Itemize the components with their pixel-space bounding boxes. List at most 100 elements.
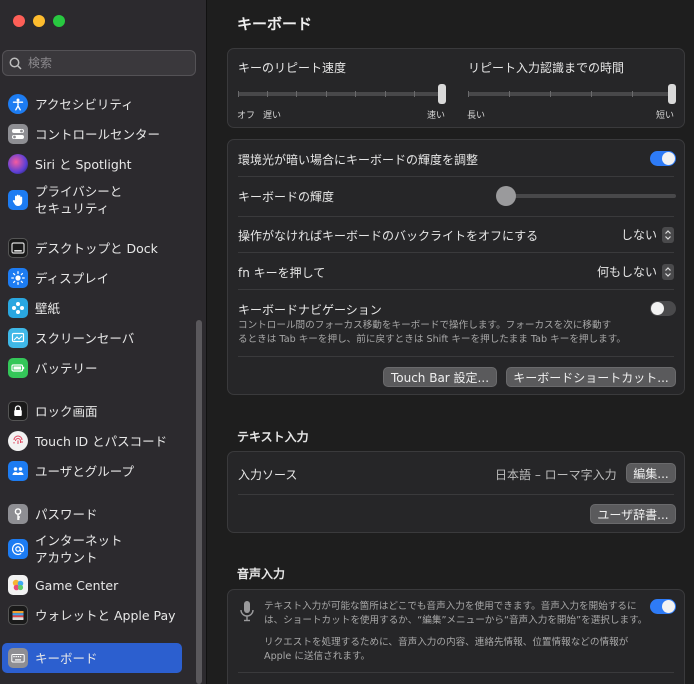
page-title: キーボード — [237, 15, 313, 33]
dictation-desc-2: は、ショートカットを使用するか、“編集”メニューから“音声入力を開始”を選択しま… — [264, 615, 648, 626]
chevron-updown-icon — [662, 263, 674, 280]
backlight-off-popup[interactable]: しない — [621, 226, 674, 243]
sidebar-item-privacy-security[interactable]: プライバシーと セキュリティ — [2, 183, 182, 217]
sidebar-item-display[interactable]: ディスプレイ — [2, 268, 182, 288]
sidebar-item-label: Touch ID とパスコード — [35, 433, 168, 449]
text-input-section-title: テキスト入力 — [237, 430, 309, 444]
edit-input-sources-button[interactable]: 編集... — [626, 463, 676, 483]
display-sun-icon — [8, 268, 28, 288]
battery-icon — [8, 358, 28, 378]
game-center-icon — [8, 575, 28, 595]
wallet-icon — [8, 605, 28, 625]
repeat-fast-label: 速い — [427, 111, 446, 121]
key-repeat-label: キーのリピート速度 — [238, 61, 347, 75]
sidebar-item-label: ディスプレイ — [35, 270, 110, 286]
sidebar-item-battery[interactable]: バッテリー — [2, 358, 182, 378]
sidebar-item-label: ユーザとグループ — [35, 463, 135, 479]
key-repeat-card: キーのリピート速度 リピート入力認識までの時間 オフ 遅い 速い 長い 短い — [227, 48, 685, 128]
input-source-value: 日本語 – ローマ字入力 — [495, 468, 617, 482]
auto-brightness-toggle[interactable] — [650, 151, 676, 166]
fn-key-popup[interactable]: 何もしない — [597, 263, 674, 280]
lock-icon — [8, 401, 28, 421]
desktop-dock-icon — [8, 238, 28, 258]
repeat-delay-slider-thumb[interactable] — [668, 84, 676, 104]
sidebar-item-game-center[interactable]: Game Center — [2, 575, 182, 595]
sidebar-item-label: ロック画面 — [35, 403, 98, 419]
sidebar-item-internet-accounts[interactable]: インターネット アカウント — [2, 532, 182, 566]
auto-brightness-label: 環境光が暗い場合にキーボードの輝度を調整 — [238, 153, 479, 167]
sidebar-item-label: 壁紙 — [35, 300, 61, 316]
keyboard-navigation-toggle[interactable] — [650, 301, 676, 316]
keyboard-shortcuts-button[interactable]: キーボードショートカット... — [506, 367, 676, 387]
sidebar-item-label: スクリーンセーバ — [35, 330, 135, 346]
key-icon — [8, 504, 28, 524]
delay-short-label: 短い — [656, 111, 675, 121]
control-center-icon — [8, 124, 28, 144]
sidebar-item-accessibility[interactable]: アクセシビリティ — [2, 94, 182, 114]
sidebar-item-label: Game Center — [35, 577, 119, 593]
repeat-off-label: オフ — [237, 111, 256, 121]
minimize-window-button[interactable] — [33, 15, 45, 27]
dictation-desc-1: テキスト入力が可能な箇所はどこでも音声入力を使用できます。音声入力を開始するに — [264, 601, 637, 612]
dictation-toggle[interactable] — [650, 599, 676, 614]
screensaver-icon — [8, 328, 28, 348]
wallpaper-icon — [8, 298, 28, 318]
repeat-slow-label: 遅い — [263, 111, 282, 121]
sidebar-item-users-groups[interactable]: ユーザとグループ — [2, 461, 182, 481]
backlight-off-value: しない — [620, 228, 657, 242]
privacy-hand-icon — [8, 190, 28, 210]
sidebar-item-label: ウォレットと Apple Pay — [35, 607, 176, 623]
sidebar-item-label-line2: アカウント — [35, 550, 98, 565]
sidebar-item-touch-id[interactable]: Touch ID とパスコード — [2, 431, 182, 451]
sidebar-item-keyboard[interactable]: キーボード — [2, 643, 182, 673]
sidebar-item-passwords[interactable]: パスワード — [2, 504, 182, 524]
sidebar-item-desktop-dock[interactable]: デスクトップと Dock — [2, 238, 182, 258]
microphone-icon — [239, 600, 255, 626]
input-source-label: 入力ソース — [238, 468, 298, 482]
close-window-button[interactable] — [13, 15, 25, 27]
sidebar-item-label: バッテリー — [35, 360, 98, 376]
sidebar-item-control-center[interactable]: コントロールセンター — [2, 124, 182, 144]
search-icon — [9, 57, 22, 70]
sidebar-item-label: キーボード — [35, 650, 98, 666]
fn-key-label: fn キーを押して — [238, 266, 326, 280]
sidebar-item-wallet[interactable]: ウォレットと Apple Pay — [2, 605, 182, 625]
keyboard-navigation-desc-2: るときは Tab キーを押し、前に戻すときは Shift キーを押したまま Ta… — [238, 334, 626, 345]
accessibility-icon — [8, 94, 28, 114]
at-sign-icon — [8, 539, 28, 559]
keyboard-navigation-label: キーボードナビゲーション — [238, 303, 382, 317]
sidebar-item-label: パスワード — [35, 506, 98, 522]
siri-icon — [8, 154, 28, 174]
sidebar-item-label: コントロールセンター — [35, 126, 161, 142]
dictation-desc-3: リクエストを処理するために、音声入力の内容、連絡先情報、位置情報などの情報が — [264, 637, 629, 648]
search-field[interactable] — [2, 50, 196, 76]
sidebar-item-label-line2: セキュリティ — [35, 201, 110, 216]
text-input-card: 入力ソース 日本語 – ローマ字入力 編集... ユーザ辞書... — [227, 451, 685, 533]
zoom-window-button[interactable] — [53, 15, 65, 27]
main-pane: キーボード キーのリピート速度 リピート入力認識までの時間 オフ 遅い 速い 長… — [208, 0, 694, 684]
keyboard-navigation-desc-1: コントロール間のフォーカス移動をキーボードで操作します。フォーカスを次に移動す — [238, 320, 612, 331]
user-dictionary-button[interactable]: ユーザ辞書... — [590, 504, 676, 524]
sidebar-item-label: プライバシーと — [35, 184, 123, 199]
sidebar: アクセシビリティ コントロールセンター Siri と Spotlight プライ… — [0, 0, 207, 684]
dictation-desc-4: Apple に送信されます。 — [264, 651, 371, 662]
keyboard-brightness-slider-thumb[interactable] — [496, 186, 516, 206]
touch-bar-settings-button[interactable]: Touch Bar 設定... — [383, 367, 497, 387]
key-repeat-slider-thumb[interactable] — [438, 84, 446, 104]
sidebar-item-lock-screen[interactable]: ロック画面 — [2, 401, 182, 421]
fn-key-value: 何もしない — [596, 265, 657, 279]
sidebar-item-label: アクセシビリティ — [35, 96, 134, 112]
search-input[interactable] — [28, 56, 178, 70]
fingerprint-icon — [8, 431, 28, 451]
sidebar-item-wallpaper[interactable]: 壁紙 — [2, 298, 182, 318]
keyboard-icon — [8, 648, 28, 668]
dictation-section-title: 音声入力 — [237, 567, 286, 581]
sidebar-item-label: インターネット — [35, 533, 123, 548]
sidebar-item-screensaver[interactable]: スクリーンセーバ — [2, 328, 182, 348]
sidebar-item-siri-spotlight[interactable]: Siri と Spotlight — [2, 154, 182, 174]
keyboard-brightness-label: キーボードの輝度 — [238, 190, 335, 204]
dictation-card: テキスト入力が可能な箇所はどこでも音声入力を使用できます。音声入力を開始するに … — [227, 589, 685, 684]
repeat-delay-label: リピート入力認識までの時間 — [468, 61, 625, 75]
sidebar-scrollbar[interactable] — [196, 320, 202, 684]
sidebar-item-label: Siri と Spotlight — [35, 156, 132, 172]
